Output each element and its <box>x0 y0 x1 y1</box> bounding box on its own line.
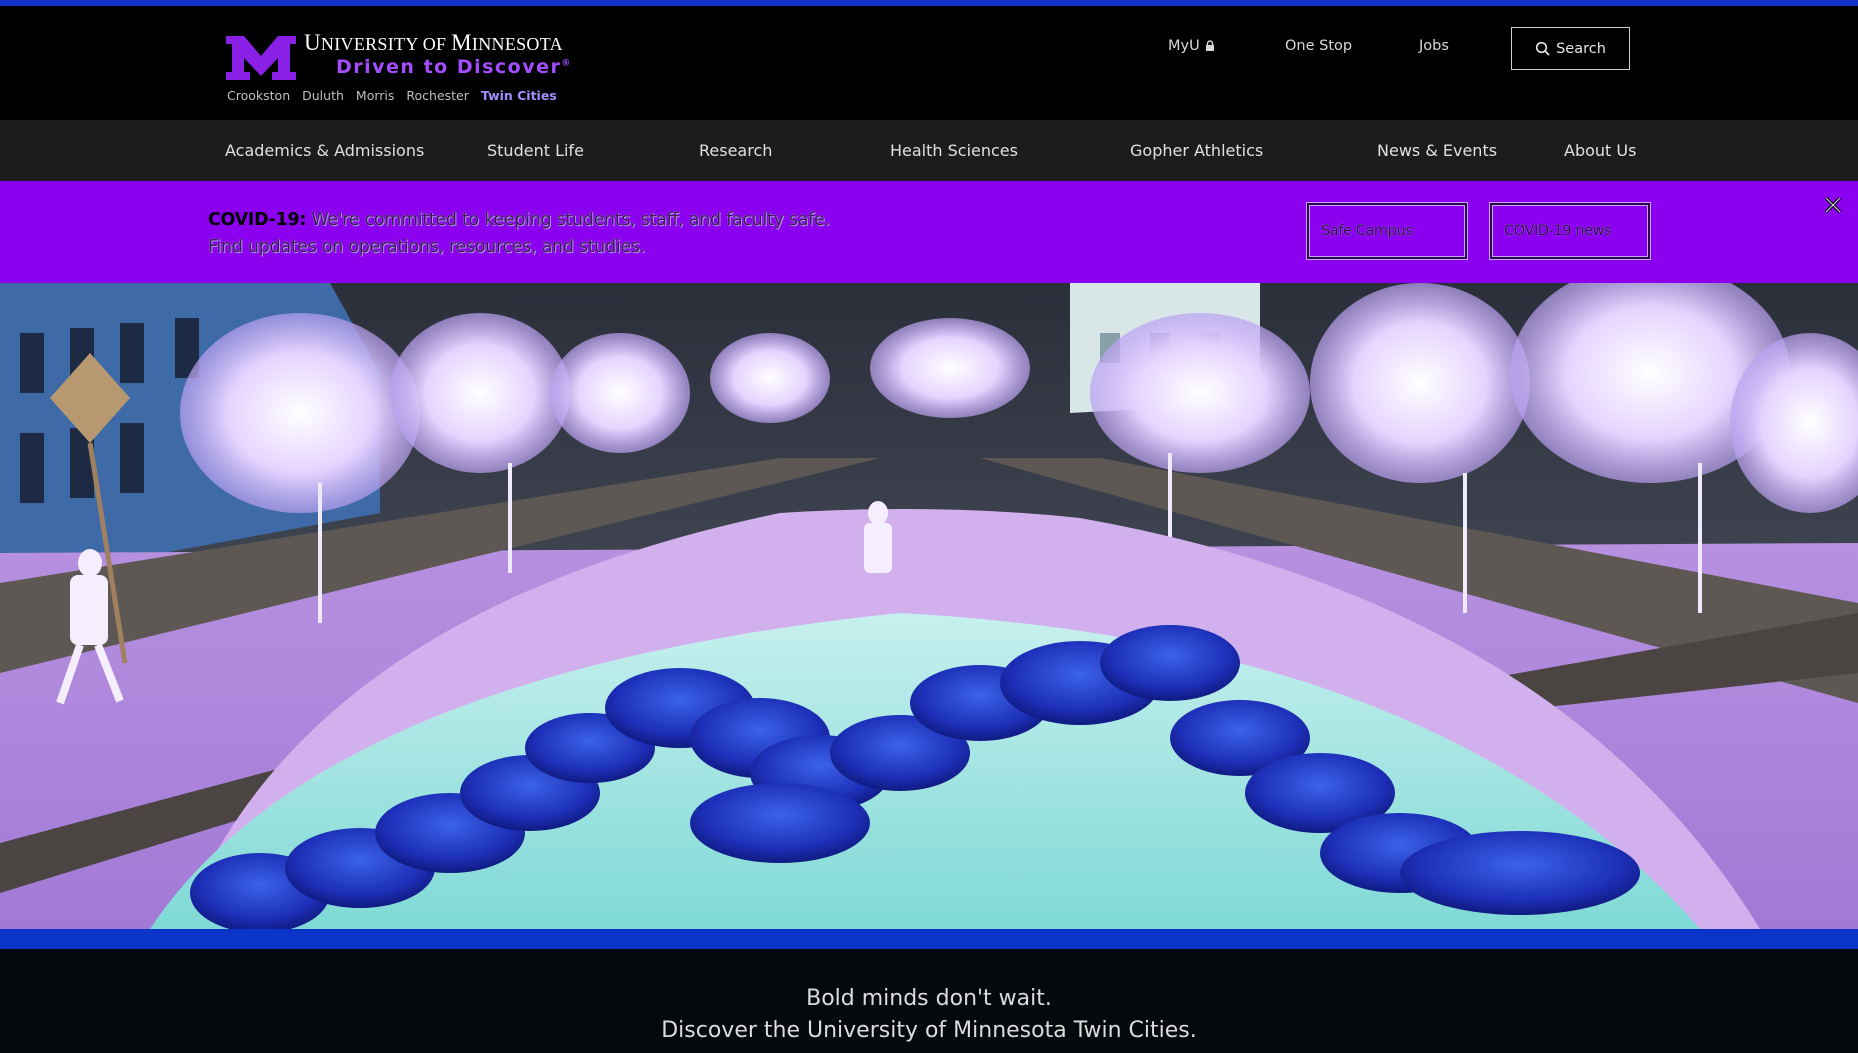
block-m-logo <box>226 36 296 80</box>
alert-text-line1: We're committed to keeping students, sta… <box>306 210 830 230</box>
nav-health-sciences[interactable]: Health Sciences <box>890 141 1018 160</box>
alert-text-line2: Find updates on operations, resources, a… <box>208 237 645 257</box>
campus-link-crookston[interactable]: Crookston <box>227 88 290 103</box>
jobs-link[interactable]: Jobs <box>1419 38 1449 54</box>
search-icon <box>1535 41 1550 56</box>
myu-label: MyU <box>1168 38 1200 54</box>
covid-news-button[interactable]: COVID-19 news <box>1490 203 1650 259</box>
nav-about-us[interactable]: About Us <box>1564 141 1636 160</box>
alert-lead: COVID-19: <box>208 210 307 230</box>
tagline-line2: Discover the University of Minnesota Twi… <box>661 1018 1197 1043</box>
search-button[interactable]: Search <box>1511 27 1630 70</box>
university-logo[interactable]: University of Minnesota Driven to Discov… <box>226 30 596 110</box>
safe-campus-button[interactable]: Safe Campus <box>1307 203 1467 259</box>
campus-list: Crookston Duluth Morris Rochester Twin C… <box>227 88 557 103</box>
tagline-line1: Bold minds don't wait. <box>806 986 1052 1011</box>
campus-link-morris[interactable]: Morris <box>356 88 394 103</box>
site-header: University of Minnesota Driven to Discov… <box>0 6 1858 120</box>
myu-link[interactable]: MyU <box>1168 38 1215 54</box>
nav-news-events[interactable]: News & Events <box>1377 141 1497 160</box>
intro-tagline: Bold minds don't wait. Discover the Univ… <box>0 949 1858 1053</box>
search-label: Search <box>1556 40 1606 57</box>
one-stop-link[interactable]: One Stop <box>1285 38 1352 54</box>
university-name: University of Minnesota <box>304 30 563 55</box>
covid-alert-banner: COVID-19: We're committed to keeping stu… <box>0 181 1858 283</box>
lock-icon <box>1205 40 1214 51</box>
blue-divider-band <box>0 929 1858 949</box>
campus-mall-photo <box>0 283 1858 929</box>
nav-gopher-athletics[interactable]: Gopher Athletics <box>1130 141 1263 160</box>
main-navigation: Academics & Admissions Student Life Rese… <box>0 120 1858 181</box>
campus-link-rochester[interactable]: Rochester <box>406 88 469 103</box>
nav-research[interactable]: Research <box>699 141 772 160</box>
nav-academics-admissions[interactable]: Academics & Admissions <box>225 141 424 160</box>
close-icon[interactable] <box>1822 194 1844 216</box>
campus-link-duluth[interactable]: Duluth <box>302 88 344 103</box>
alert-message: COVID-19: We're committed to keeping stu… <box>208 207 848 261</box>
nav-student-life[interactable]: Student Life <box>487 141 584 160</box>
campus-link-twin-cities[interactable]: Twin Cities <box>481 88 557 103</box>
hero-image <box>0 283 1858 929</box>
logo-tagline: Driven to Discover® <box>336 56 572 78</box>
